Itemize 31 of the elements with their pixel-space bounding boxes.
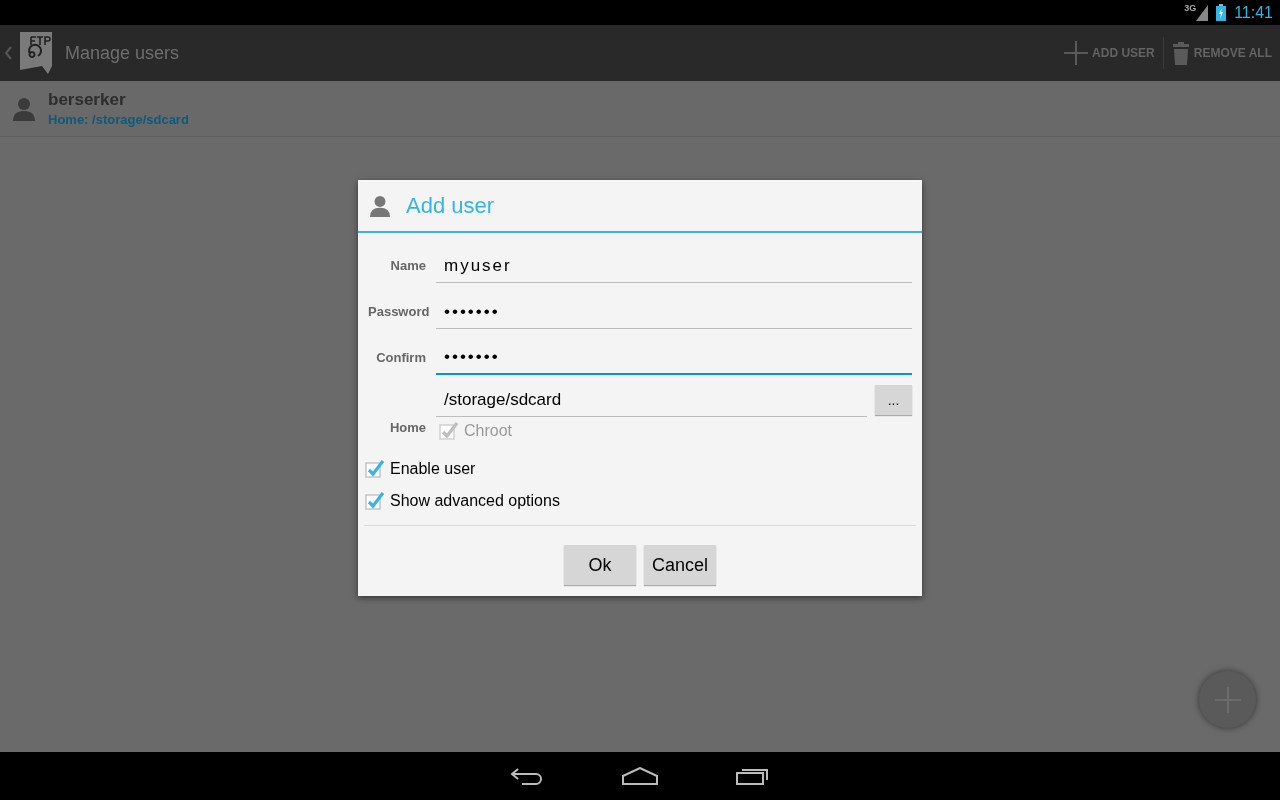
dialog-button[interactable]: Cancel bbox=[644, 545, 716, 585]
text-field[interactable]: myuser bbox=[436, 249, 912, 283]
person-icon bbox=[13, 96, 35, 121]
checkbox-label: Chroot bbox=[464, 421, 513, 441]
plus-icon bbox=[1064, 41, 1089, 65]
clock: 11:41 bbox=[1234, 2, 1273, 23]
person-icon bbox=[370, 194, 390, 217]
recent-apps-icon[interactable] bbox=[736, 767, 770, 785]
text-field[interactable]: /storage/sdcard bbox=[436, 383, 867, 417]
field-label: Home bbox=[388, 419, 426, 438]
checkbox[interactable] bbox=[364, 490, 386, 512]
back-icon[interactable] bbox=[510, 766, 544, 786]
checkbox-label: Show advanced options bbox=[390, 491, 560, 511]
text-field[interactable]: ••••••• bbox=[436, 341, 912, 375]
battery-icon bbox=[1216, 4, 1227, 21]
field-label: Confirm bbox=[375, 349, 426, 368]
network-type: 3G bbox=[1184, 1, 1197, 15]
user-home: Home: /storage/sdcard bbox=[48, 110, 189, 129]
home-icon[interactable] bbox=[622, 767, 658, 785]
browse-button[interactable]: ... bbox=[875, 385, 912, 415]
trash-icon bbox=[1171, 41, 1190, 65]
text-field[interactable]: ••••••• bbox=[436, 295, 912, 329]
checkbox-label: Enable user bbox=[390, 459, 476, 479]
floating-add-button[interactable] bbox=[1199, 671, 1256, 728]
checkbox[interactable] bbox=[364, 458, 386, 480]
signal-icon bbox=[1196, 4, 1209, 21]
dialog-button[interactable]: Ok bbox=[564, 545, 636, 585]
field-label: Name bbox=[389, 257, 426, 276]
dialog-title: Add user bbox=[406, 192, 495, 220]
user-name: berserker bbox=[48, 88, 127, 111]
screen-title: Manage users bbox=[65, 41, 180, 65]
